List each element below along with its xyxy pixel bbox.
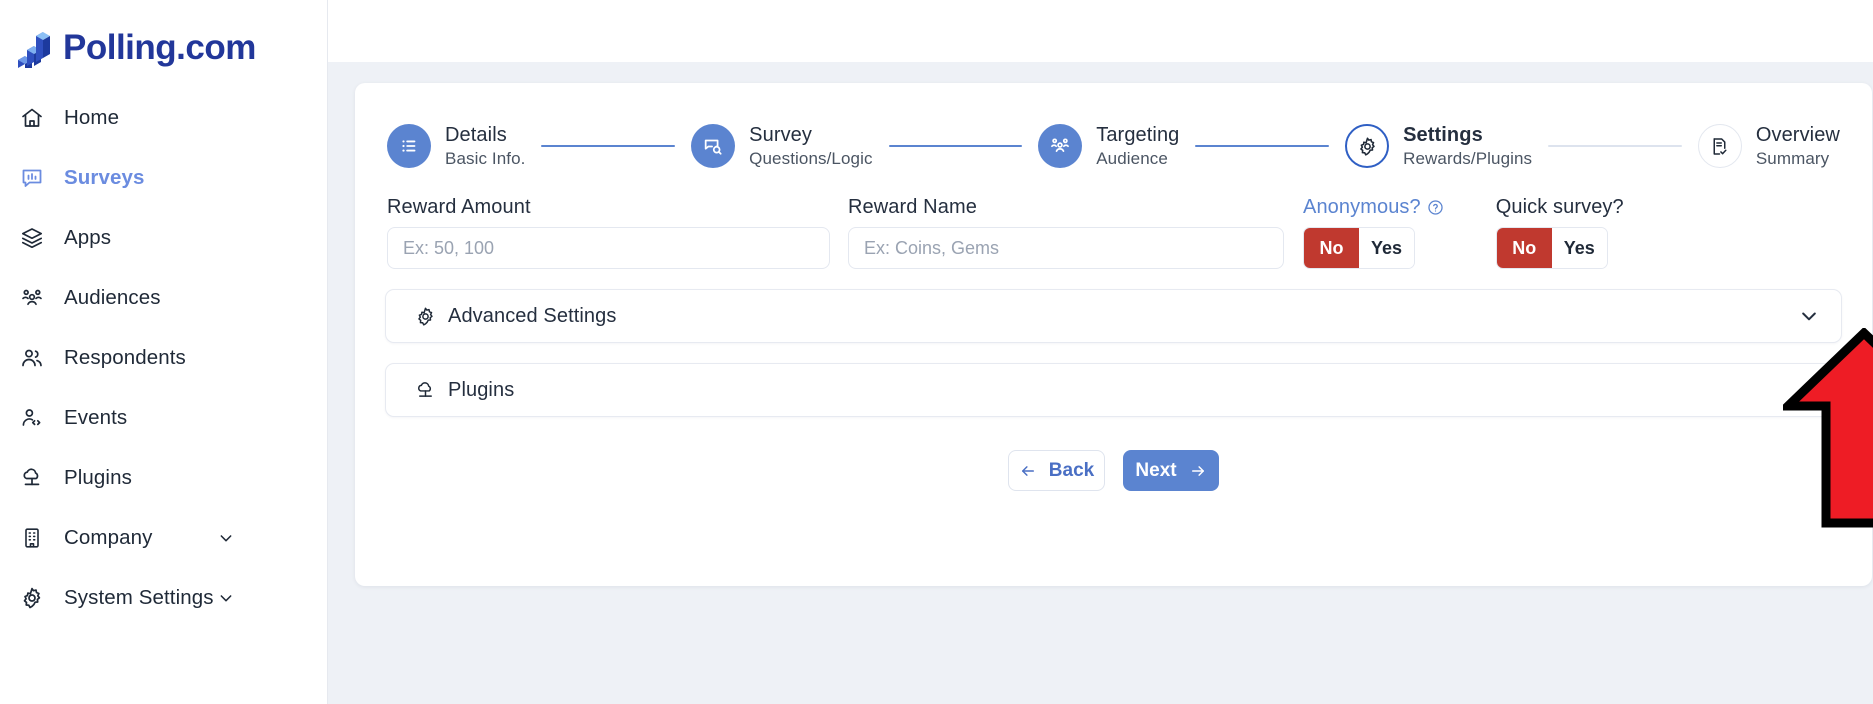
sidebar-item-label: Plugins — [64, 466, 132, 489]
step-subtitle: Audience — [1096, 148, 1168, 168]
sidebar-item-label: Apps — [64, 226, 112, 249]
wizard-actions: Back Next — [385, 450, 1842, 491]
anonymous-toggle[interactable]: No Yes — [1303, 227, 1415, 269]
step-details[interactable]: Details Basic Info. — [387, 123, 525, 169]
step-settings[interactable]: Settings Rewards/Plugins — [1345, 123, 1532, 169]
chevron-down-icon[interactable] — [1799, 306, 1819, 326]
step-overview[interactable]: Overview Summary — [1697, 123, 1840, 169]
reward-name-group: Reward Name — [848, 196, 1284, 269]
sidebar-nav: Home Surveys Apps Audiences Respondents … — [0, 88, 327, 628]
chevron-down-icon[interactable] — [1799, 380, 1819, 400]
sidebar-item-label: Company — [64, 526, 153, 549]
next-button-label: Next — [1135, 459, 1177, 481]
accordion-label: Advanced Settings — [448, 304, 617, 327]
quick-survey-toggle[interactable]: No Yes — [1495, 227, 1608, 269]
quick-survey-label: Quick survey? — [1495, 196, 1624, 218]
step-connector — [1195, 144, 1330, 148]
sidebar-item-label: Surveys — [64, 166, 145, 189]
reward-name-label: Reward Name — [848, 196, 977, 218]
step-survey[interactable]: Survey Questions/Logic — [691, 123, 872, 169]
document-check-icon — [1697, 124, 1742, 168]
step-connector — [541, 144, 676, 148]
accordion-label: Plugins — [448, 378, 515, 401]
reward-amount-label: Reward Amount — [387, 196, 531, 218]
reward-amount-group: Reward Amount — [387, 196, 830, 269]
sidebar-item-company[interactable]: Company — [0, 508, 327, 568]
sidebar-item-home[interactable]: Home — [0, 88, 327, 148]
sidebar-item-respondents[interactable]: Respondents — [0, 328, 327, 388]
reward-name-input[interactable] — [848, 227, 1284, 269]
settings-field-row: Reward Amount Reward Name Anonymous? — [385, 196, 1842, 269]
gear-icon — [1345, 124, 1390, 168]
step-targeting[interactable]: Targeting Audience — [1038, 123, 1179, 169]
quick-survey-option-no[interactable]: No — [1496, 228, 1552, 268]
chevron-down-icon[interactable] — [218, 590, 234, 606]
plugin-cloud-icon — [19, 465, 45, 491]
top-strip — [328, 0, 1873, 62]
sidebar-item-plugins[interactable]: Plugins — [0, 448, 327, 508]
brand-logo[interactable]: Polling.com — [0, 0, 327, 78]
sidebar-item-label: Audiences — [64, 286, 161, 309]
app-root: Polling.com Home Surveys Apps Audiences … — [0, 0, 1873, 704]
arrow-right-icon — [1189, 462, 1207, 480]
layers-icon — [19, 225, 45, 251]
survey-settings-card: Details Basic Info. Survey Questions/Log… — [355, 83, 1872, 586]
arrow-left-icon — [1019, 462, 1037, 480]
list-icon — [387, 124, 431, 168]
sidebar-item-system-settings[interactable]: System Settings — [0, 568, 327, 628]
survey-chart-icon — [19, 165, 45, 191]
step-subtitle: Rewards/Plugins — [1403, 148, 1533, 168]
sidebar-item-audiences[interactable]: Audiences — [0, 268, 327, 328]
anonymous-label-text: Anonymous? — [1303, 196, 1421, 218]
anonymous-label: Anonymous? — [1303, 196, 1444, 219]
main-content: Details Basic Info. Survey Questions/Log… — [328, 0, 1873, 704]
sidebar-item-label: Home — [64, 106, 120, 129]
step-connector — [888, 144, 1023, 148]
survey-search-icon — [691, 124, 736, 168]
quick-survey-option-yes[interactable]: Yes — [1551, 228, 1607, 268]
audience-group-icon — [19, 285, 45, 311]
anonymous-option-no[interactable]: No — [1304, 228, 1359, 268]
step-title: Settings — [1403, 124, 1483, 147]
wizard-stepper: Details Basic Info. Survey Questions/Log… — [385, 109, 1842, 183]
sidebar-item-label: Respondents — [64, 346, 186, 369]
step-title: Overview — [1755, 124, 1840, 147]
sidebar-item-label: Events — [64, 406, 128, 429]
step-title: Targeting — [1096, 124, 1180, 147]
home-icon — [19, 105, 45, 131]
sidebar-item-label: System Settings — [64, 586, 214, 609]
question-circle-icon[interactable] — [1427, 199, 1444, 216]
step-connector — [1548, 144, 1682, 148]
quick-survey-group: Quick survey? No Yes — [1495, 196, 1624, 269]
plugin-cloud-icon — [415, 380, 436, 401]
step-subtitle: Questions/Logic — [749, 148, 873, 168]
gear-icon — [415, 306, 436, 327]
next-button[interactable]: Next — [1123, 450, 1219, 491]
bar-chart-logo-icon — [16, 28, 52, 68]
audience-group-icon — [1038, 124, 1083, 168]
anonymous-group: Anonymous? No Yes — [1303, 196, 1444, 269]
plugins-accordion[interactable]: Plugins — [385, 363, 1842, 417]
anonymous-option-yes[interactable]: Yes — [1359, 228, 1414, 268]
gear-icon — [19, 585, 45, 611]
sidebar: Polling.com Home Surveys Apps Audiences … — [0, 0, 328, 704]
users-icon — [19, 345, 45, 371]
sidebar-item-surveys[interactable]: Surveys — [0, 148, 327, 208]
step-title: Details — [445, 124, 507, 147]
step-title: Survey — [749, 124, 813, 147]
reward-amount-input[interactable] — [387, 227, 830, 269]
sidebar-item-events[interactable]: Events — [0, 388, 327, 448]
step-subtitle: Summary — [1755, 148, 1830, 168]
building-icon — [19, 525, 45, 551]
brand-name: Polling.com — [63, 28, 256, 67]
back-button[interactable]: Back — [1008, 450, 1105, 491]
advanced-settings-accordion[interactable]: Advanced Settings — [385, 289, 1842, 343]
sidebar-item-apps[interactable]: Apps — [0, 208, 327, 268]
back-button-label: Back — [1048, 459, 1095, 481]
chevron-down-icon[interactable] — [218, 530, 234, 546]
step-subtitle: Basic Info. — [445, 148, 526, 168]
user-code-icon — [19, 405, 45, 431]
